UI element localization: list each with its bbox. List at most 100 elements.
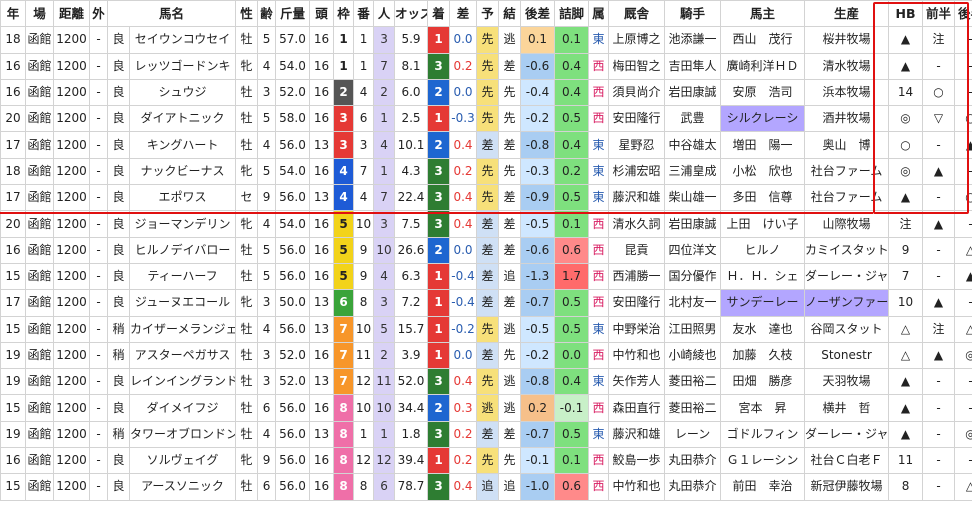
cell-zen: - [922,131,956,159]
header-1[interactable]: 場 [25,0,54,28]
table-row[interactable]: 15 函館 1200- 良ティーハーフ牡 5 56.0 16 5 9 4 6.3 1 -0.4 差追 -1.… [0,262,972,291]
cell-owner: 廣崎利洋ＨＤ [720,52,806,80]
cell-kyu: 星野忍 [608,131,666,159]
cell-kyu: 中野栄治 [608,315,666,343]
cell-zen: ▲ [922,289,956,317]
header-17[interactable]: 後差 [520,0,556,28]
cell-owner: 加藤 久枝 [720,341,806,370]
header-11[interactable]: 人 [373,0,396,28]
table-row[interactable]: 15 函館 1200- 良アースソニック牡 6 56.0 16 8 8 6 78.7 3 0.4 追追 -1… [0,473,972,501]
cell-odds: 1.8 [394,420,429,449]
header-10[interactable]: 番 [353,0,375,28]
cell-sa: 0.0 [449,236,478,264]
header-23[interactable]: 生産 [804,0,890,28]
cell-zen: - [922,236,956,264]
cell-owner: 増田 陽一 [720,131,806,159]
table-row[interactable]: 19 函館 1200- 稍タワーオブロンドン牡 4 56.0 13 8 1 1 1.8 3 0.2 差差 -… [0,420,972,449]
header-3[interactable]: 外 [89,0,108,28]
cell-age: 5 [257,262,277,291]
cell-name[interactable]: ダイアトニック [128,105,237,133]
table-row[interactable]: 18 函館 1200- 良ナックビーナス牝 5 54.0 16 4 7 1 4.3 3 0.2 先先 -0.… [0,157,972,186]
header-21[interactable]: 騎手 [664,0,722,28]
cell-hb: 11 [888,447,924,475]
header-18[interactable]: 詰脚 [554,0,590,28]
cell-name[interactable]: ナックビーナス [128,157,237,186]
cell-name[interactable]: レインイングランド [128,368,237,396]
cell-zen: - [922,262,956,291]
table-row[interactable]: 15 函館 1200- 良ダイメイフジ牡 6 56.0 16 8 10 10 34.4 2 0.3 逃逃 0… [0,394,972,422]
table-row[interactable]: 20 函館 1200- 良ダイアトニック牡 5 58.0 16 3 6 1 2.5 1 -0.3 先先 -0… [0,105,972,133]
cell-year: 15 [0,315,26,343]
cell-zoku: 西 [588,341,610,370]
header-24[interactable]: HB [888,0,924,28]
header-15[interactable]: 予 [476,0,500,28]
cell-sex: 牡 [235,236,259,264]
table-row[interactable]: 16 函館 1200- 良ヒルノデイバロー牡 5 56.0 16 5 9 10 26.6 2 0.0 差差… [0,236,972,264]
table-row[interactable]: 19 函館 1200- 稍アスターペガサス牡 3 52.0 16 7 11 2 3.9 1 0.0 差先 -… [0,341,972,370]
cell-ban: 12 [353,368,375,396]
cell-ninki: 2 [373,341,396,370]
cell-name[interactable]: セイウンコウセイ [128,26,237,54]
header-13[interactable]: 着 [427,0,451,28]
header-5[interactable]: 性 [235,0,259,28]
header-6[interactable]: 齢 [257,0,277,28]
cell-name[interactable]: ソルヴェイグ [128,447,237,475]
cell-name[interactable]: アースソニック [128,473,237,501]
cell-name[interactable]: タワーオブロンドン [128,420,237,449]
cell-name[interactable]: ティーハーフ [128,262,237,291]
table-row[interactable]: 17 函館 1200- 良キングハート牡 4 56.0 13 3 3 4 10.1 2 0.4 差差 -0.… [0,131,972,159]
cell-atosa: -1.3 [520,262,556,291]
header-16[interactable]: 結 [498,0,522,28]
cell-name[interactable]: キングハート [128,131,237,159]
cell-name[interactable]: ヒルノデイバロー [128,236,237,264]
cell-tsume: 0.1 [554,26,590,54]
table-row[interactable]: 16 函館 1200- 良レッツゴードンキ牝 4 54.0 16 1 1 7 8.1 3 0.2 先差 -0… [0,52,972,80]
table-row[interactable]: 18 函館 1200- 良セイウンコウセイ牡 5 57.0 16 1 1 3 5.9 1 0.0 先逃 0.… [0,26,972,54]
cell-name[interactable]: カイザーメランジェ [128,315,237,343]
header-25[interactable]: 前半 [922,0,956,28]
cell-chaku: 3 [427,52,451,80]
header-22[interactable]: 馬主 [720,0,806,28]
race-table-panel: 年場距離外馬名性齢斤量頭枠番人オッズ着差予結後差詰脚属厩舎騎手馬主生産HB前半後… [0,0,972,508]
table-row[interactable]: 19 函館 1200- 良レインイングランド牡 3 52.0 13 7 12 11 52.0 3 0.4… [0,368,972,396]
cell-wt: 56.0 [275,131,311,159]
cell-waku: 4 [333,157,355,186]
cell-dist: 1200 [53,131,90,159]
cell-year: 17 [0,131,26,159]
header-9[interactable]: 枠 [333,0,355,28]
header-12[interactable]: オッズ [394,0,429,28]
cell-kyu: 中竹和也 [608,341,666,370]
cell-ke: 先 [498,78,522,107]
cell-waku: 1 [333,26,355,54]
header-2[interactable]: 距離 [53,0,90,28]
table-row[interactable]: 16 函館 1200- 良ソルヴェイグ牝 9 56.0 16 8 12 12 39.4 1 0.2 先先 -… [0,447,972,475]
cell-zoku: 西 [588,78,610,107]
table-row[interactable]: 17 函館 1200- 良エポワスセ 9 56.0 13 4 4 7 22.4 3 0.4 先差 -0.9 0… [0,184,972,212]
cell-ninki: 3 [373,210,396,238]
header-0[interactable]: 年 [0,0,26,28]
cell-name[interactable]: シュウジ [128,78,237,107]
header-4[interactable]: 馬名 [106,0,237,28]
cell-name[interactable]: ジョーマンデリン [128,210,237,238]
table-row[interactable]: 17 函館 1200- 良ジューヌエコール牝 3 50.0 13 6 8 3 7.2 1 -0.4 差差 -… [0,289,972,317]
table-row[interactable]: 15 函館 1200- 稍カイザーメランジェ牡 4 56.0 13 7 10 5 15.7 1 -0.2… [0,315,972,343]
cell-hb: ◎ [888,157,924,186]
cell-tsume: 0.4 [554,368,590,396]
cell-owner: 上田 けい子 [720,210,806,238]
cell-name[interactable]: ジューヌエコール [128,289,237,317]
header-14[interactable]: 差 [449,0,478,28]
header-26[interactable]: 後半 [954,0,972,28]
table-row[interactable]: 20 函館 1200- 良ジョーマンデリン牝 4 54.0 16 5 10 3 7.5 3 0.4 差差 -… [0,210,972,238]
cell-out: - [89,394,108,422]
header-19[interactable]: 属 [588,0,610,28]
cell-name[interactable]: アスターペガサス [128,341,237,370]
header-20[interactable]: 厩舎 [608,0,666,28]
cell-name[interactable]: レッツゴードンキ [128,52,237,80]
header-8[interactable]: 頭 [309,0,335,28]
table-row[interactable]: 16 函館 1200- 良シュウジ牡 3 52.0 16 2 4 2 6.0 2 0.0 先先 -0.4 0.… [0,78,972,107]
cell-name[interactable]: エポワス [128,184,237,212]
header-7[interactable]: 斤量 [275,0,311,28]
cell-atosa: -0.8 [520,368,556,396]
cell-dist: 1200 [53,341,90,370]
cell-name[interactable]: ダイメイフジ [128,394,237,422]
